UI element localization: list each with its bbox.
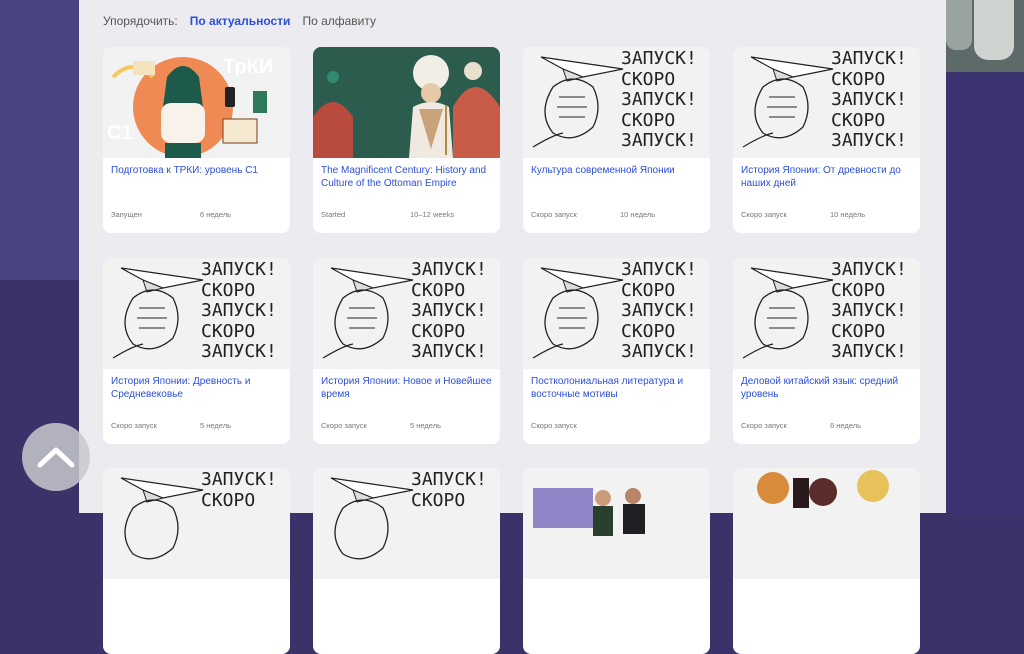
stamp-line: ЗАПУСК! — [831, 48, 907, 69]
course-image-coming-soon: ЗАПУСК! СКОРО — [313, 468, 500, 579]
course-image-trki: ТрКИ С1 — [103, 47, 290, 158]
course-card[interactable]: ЗАПУСК! СКОРО ЗАПУСК! СКОРО ЗАПУСК! Исто… — [733, 47, 920, 233]
course-card[interactable] — [733, 468, 920, 654]
stamp-line: СКОРО — [621, 109, 676, 131]
course-image-coming-soon: ЗАПУСК! СКОРО ЗАПУСК! СКОРО ЗАПУСК! — [733, 47, 920, 158]
stamp-line: СКОРО — [201, 489, 256, 511]
stamp-line: ЗАПУСК! — [831, 300, 907, 321]
art-label-trki: ТрКИ — [223, 56, 273, 78]
course-title: Культура современной Японии — [531, 165, 675, 176]
stamp-line: СКОРО — [201, 279, 256, 301]
course-status: Скоро запуск — [531, 210, 577, 219]
stamp-line: СКОРО — [621, 320, 676, 342]
course-status: Скоро запуск — [321, 421, 367, 430]
course-card[interactable]: ЗАПУСК! СКОРО ЗАПУСК! СКОРО ЗАПУСК! Куль… — [523, 47, 710, 233]
course-duration: 5 недель — [410, 421, 441, 430]
stamp-line: СКОРО — [411, 320, 466, 342]
course-status: Скоро запуск — [741, 421, 787, 430]
course-card[interactable]: The Magnificent Century: History and Cul… — [313, 47, 500, 233]
course-image-coming-soon: ЗАПУСК! СКОРО ЗАПУСК! СКОРО ЗАПУСК! — [523, 47, 710, 158]
stamp-line: ЗАПУСК! — [201, 469, 277, 490]
course-image-photo — [523, 468, 710, 579]
course-status: Started — [321, 210, 346, 219]
sort-option-relevance[interactable]: По актуальности — [190, 14, 291, 28]
background-left-band — [0, 0, 79, 280]
course-status: Скоро запуск — [741, 210, 787, 219]
stamp-line: ЗАПУСК! — [411, 300, 487, 321]
stamp-line: ЗАПУСК! — [201, 259, 277, 280]
chevron-up-icon — [37, 447, 75, 468]
course-title: История Японии: Новое и Новейшее время — [321, 376, 492, 400]
course-card[interactable]: ЗАПУСК! СКОРО ЗАПУСК! СКОРО ЗАПУСК! Пост… — [523, 258, 710, 444]
course-card[interactable]: ТрКИ С1 Подготовка к ТРКИ: уровень С1 За… — [103, 47, 290, 233]
course-image-collage — [733, 468, 920, 579]
stamp-line: ЗАПУСК! — [621, 89, 697, 110]
stamp-line: ЗАПУСК! — [621, 259, 697, 280]
art-label-c1: С1 — [107, 122, 133, 144]
stamp-line: СКОРО — [411, 489, 466, 511]
stamp-line: ЗАПУСК! — [621, 300, 697, 321]
course-image-coming-soon: ЗАПУСК! СКОРО ЗАПУСК! СКОРО ЗАПУСК! — [523, 258, 710, 369]
course-duration: 10 недель — [620, 210, 656, 219]
stamp-line: СКОРО — [831, 109, 886, 131]
course-status: Запущен — [111, 210, 142, 219]
course-duration: 10–12 weeks — [410, 210, 455, 219]
stamp-line: СКОРО — [201, 320, 256, 342]
stamp-line: ЗАПУСК! — [621, 130, 697, 151]
course-card[interactable]: ЗАПУСК! СКОРО ЗАПУСК! СКОРО ЗАПУСК! Исто… — [313, 258, 500, 444]
stamp-line: ЗАПУСК! — [621, 48, 697, 69]
stamp-line: ЗАПУСК! — [411, 469, 487, 490]
background-right-band — [946, 0, 1024, 513]
stamp-line: СКОРО — [831, 320, 886, 342]
course-card[interactable]: ЗАПУСК! СКОРО ЗАПУСК! СКОРО ЗАПУСК! Дело… — [733, 258, 920, 444]
course-title: The Magnificent Century: History and Cul… — [321, 165, 487, 189]
background-decor — [946, 0, 972, 50]
course-image-coming-soon: ЗАПУСК! СКОРО — [103, 468, 290, 579]
stamp-line: ЗАПУСК! — [831, 259, 907, 280]
course-duration: 6 недель — [200, 210, 231, 219]
course-title: Подготовка к ТРКИ: уровень С1 — [111, 165, 258, 176]
scroll-to-top-button[interactable] — [22, 423, 90, 491]
stamp-line: ЗАПУСК! — [831, 130, 907, 151]
background-decor — [974, 0, 1014, 60]
course-title: История Японии: Древность и Средневековь… — [111, 376, 251, 400]
course-card[interactable]: ЗАПУСК! СКОРО ЗАПУСК! СКОРО ЗАПУСК! Исто… — [103, 258, 290, 444]
course-duration: 5 недель — [200, 421, 231, 430]
course-card[interactable] — [523, 468, 710, 654]
stamp-line: ЗАПУСК! — [411, 259, 487, 280]
stamp-line: ЗАПУСК! — [201, 300, 277, 321]
stamp-line: ЗАПУСК! — [831, 89, 907, 110]
course-title: История Японии: От древности до наших дн… — [741, 165, 901, 189]
course-card[interactable]: ЗАПУСК! СКОРО — [103, 468, 290, 654]
course-duration: 10 недель — [830, 210, 866, 219]
stamp-line: ЗАПУСК! — [621, 341, 697, 362]
course-image-ottoman — [313, 47, 500, 158]
sort-option-alphabet[interactable]: По алфавиту — [302, 14, 376, 28]
stamp-line: СКОРО — [831, 279, 886, 301]
stamp-line: ЗАПУСК! — [831, 341, 907, 362]
stamp-line: ЗАПУСК! — [411, 341, 487, 362]
stamp-line: СКОРО — [411, 279, 466, 301]
sort-bar: Упорядочить: По актуальности По алфавиту — [103, 14, 376, 28]
stamp-line: СКОРО — [831, 68, 886, 90]
course-card[interactable]: ЗАПУСК! СКОРО — [313, 468, 500, 654]
course-title: Деловой китайский язык: средний уровень — [741, 376, 899, 400]
course-image-coming-soon: ЗАПУСК! СКОРО ЗАПУСК! СКОРО ЗАПУСК! — [313, 258, 500, 369]
sort-label: Упорядочить: — [103, 14, 178, 28]
stamp-line: СКОРО — [621, 279, 676, 301]
stamp-line: ЗАПУСК! — [201, 341, 277, 362]
catalog-panel: Упорядочить: По актуальности По алфавиту… — [79, 0, 946, 654]
course-status: Скоро запуск — [531, 421, 577, 430]
course-status: Скоро запуск — [111, 421, 157, 430]
stamp-line: СКОРО — [621, 68, 676, 90]
course-title: Постколониальная литература и восточные … — [531, 376, 684, 400]
course-image-coming-soon: ЗАПУСК! СКОРО ЗАПУСК! СКОРО ЗАПУСК! — [103, 258, 290, 369]
course-image-coming-soon: ЗАПУСК! СКОРО ЗАПУСК! СКОРО ЗАПУСК! — [733, 258, 920, 369]
course-duration: 6 недель — [830, 421, 861, 430]
